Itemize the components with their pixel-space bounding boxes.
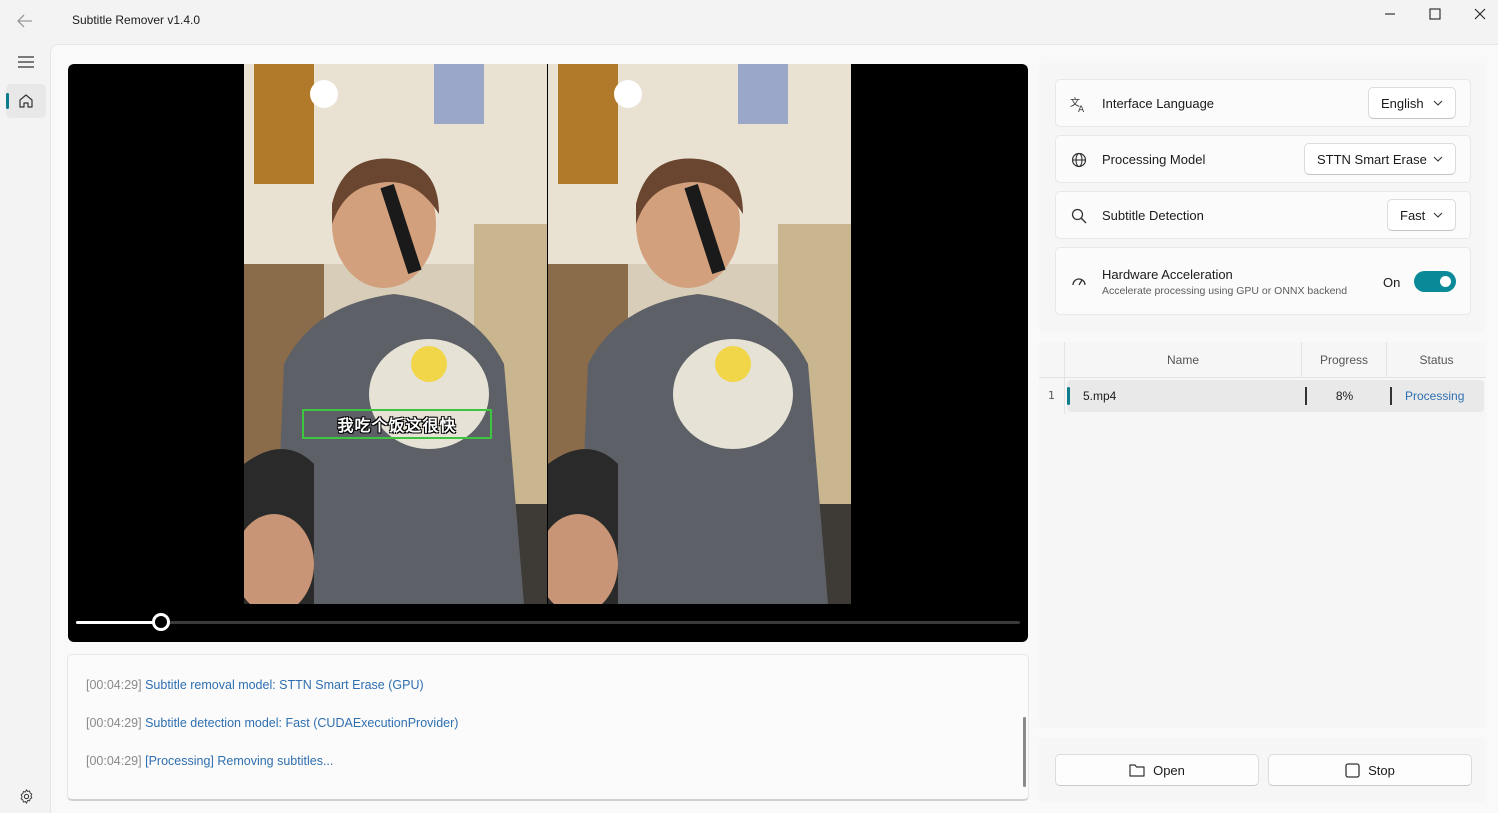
task-progress: 8%: [1335, 389, 1354, 403]
seek-bar-thumb[interactable]: [151, 613, 170, 631]
stop-button-label: Stop: [1368, 762, 1395, 778]
model-label: Processing Model: [1102, 152, 1206, 167]
translate-icon: 文A: [1070, 95, 1088, 113]
open-button-label: Open: [1153, 762, 1185, 778]
log-line: [00:04:29] Subtitle detection model: Fas…: [86, 716, 458, 730]
log-message: [Processing] Removing subtitles...: [145, 754, 334, 768]
log-message: Subtitle detection model: Fast (CUDAExec…: [145, 716, 459, 730]
video-frame-image: [548, 64, 851, 604]
detected-subtitle-box: 我吃个饭这很快: [302, 409, 492, 439]
log-line: [00:04:29] [Processing] Removing subtitl…: [86, 754, 333, 768]
detection-value: Fast: [1400, 207, 1426, 223]
log-line: [00:04:29] Subtitle removal model: STTN …: [86, 678, 424, 692]
selection-indicator: [6, 93, 9, 109]
stop-button[interactable]: Stop: [1268, 754, 1472, 786]
language-label: Interface Language: [1102, 96, 1215, 111]
minimize-button[interactable]: [1375, 4, 1405, 24]
chevron-down-icon: [1433, 156, 1443, 162]
nav-item-home[interactable]: [6, 84, 46, 118]
chevron-down-icon: [1433, 100, 1443, 106]
title-bar: Subtitle Remover v1.4.0: [0, 0, 1498, 44]
log-timestamp: [00:04:29]: [86, 716, 142, 730]
original-video-frame: 我吃个饭这很快: [244, 64, 547, 604]
menu-button[interactable]: [8, 48, 44, 76]
column-header-progress[interactable]: Progress: [1301, 342, 1386, 378]
gear-icon: [20, 788, 32, 804]
stop-icon: [1345, 762, 1360, 778]
chevron-down-icon: [1433, 212, 1443, 218]
cell-separator: [1390, 387, 1392, 405]
hardware-toggle-state: On: [1383, 275, 1401, 290]
seek-bar-fill: [76, 621, 161, 624]
hardware-description: Accelerate processing using GPU or ONNX …: [1102, 285, 1348, 297]
globe-icon: [1070, 151, 1088, 169]
search-icon: [1070, 207, 1088, 225]
folder-icon: [1129, 764, 1145, 777]
task-table: Name Progress Status 1 5.mp4 8% Processi…: [1039, 342, 1486, 728]
detection-label: Subtitle Detection: [1102, 208, 1204, 223]
maximize-button[interactable]: [1420, 4, 1450, 24]
navigation-rail: [0, 44, 50, 813]
log-timestamp: [00:04:29]: [86, 754, 142, 768]
nav-item-settings[interactable]: [10, 782, 42, 810]
seek-bar[interactable]: [76, 613, 1020, 631]
app-title: Subtitle Remover v1.4.0: [72, 13, 201, 27]
language-dropdown[interactable]: English: [1368, 87, 1456, 119]
close-icon: [1474, 8, 1486, 20]
detection-setting-card: Subtitle Detection Fast: [1055, 191, 1471, 239]
detection-dropdown[interactable]: Fast: [1387, 199, 1456, 231]
log-message: Subtitle removal model: STTN Smart Erase…: [145, 678, 424, 692]
home-icon: [19, 94, 33, 108]
log-panel[interactable]: [00:04:29] Subtitle removal model: STTN …: [67, 654, 1029, 801]
hardware-label: Hardware Acceleration: [1102, 267, 1233, 282]
open-button[interactable]: Open: [1055, 754, 1259, 786]
row-index: 1: [1039, 378, 1065, 414]
speedometer-icon: [1070, 273, 1088, 291]
language-value: English: [1381, 95, 1424, 111]
svg-text:A: A: [1078, 105, 1085, 113]
task-status: Processing: [1405, 389, 1465, 403]
close-button[interactable]: [1465, 4, 1495, 24]
model-value: STTN Smart Erase: [1317, 151, 1427, 167]
video-frame-image: [244, 64, 547, 604]
processed-video-frame: [548, 64, 851, 604]
model-dropdown[interactable]: STTN Smart Erase: [1304, 143, 1456, 175]
minimize-icon: [1385, 13, 1395, 15]
log-timestamp: [00:04:29]: [86, 678, 142, 692]
hamburger-icon: [18, 56, 34, 68]
model-setting-card: Processing Model STTN Smart Erase: [1055, 135, 1471, 183]
column-header-status[interactable]: Status: [1386, 342, 1486, 378]
maximize-icon: [1429, 8, 1441, 20]
task-name: 5.mp4: [1083, 389, 1117, 403]
row-selection-indicator: [1067, 387, 1070, 405]
hardware-setting-card: Hardware Acceleration Accelerate process…: [1055, 247, 1471, 315]
back-button[interactable]: [10, 8, 40, 34]
language-setting-card: 文A Interface Language English: [1055, 79, 1471, 127]
toggle-knob: [1440, 276, 1451, 287]
arrow-left-icon: [17, 14, 32, 28]
column-header-name[interactable]: Name: [1064, 342, 1301, 378]
table-row[interactable]: 5.mp4 8% Processing: [1067, 380, 1484, 412]
video-player[interactable]: 我吃个饭这很快: [68, 64, 1028, 642]
log-scrollbar[interactable]: [1023, 717, 1026, 787]
hardware-toggle[interactable]: [1414, 271, 1456, 292]
subtitle-text: 我吃个饭这很快: [337, 416, 457, 435]
table-header: Name Progress Status: [1039, 342, 1486, 378]
